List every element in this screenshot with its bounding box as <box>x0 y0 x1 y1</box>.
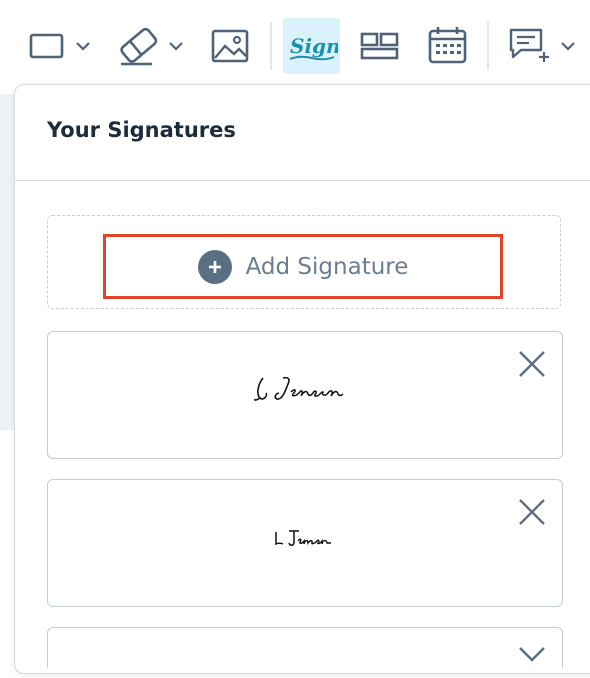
document-background <box>0 94 14 430</box>
layout-icon <box>360 32 399 60</box>
calendar-icon <box>428 27 467 64</box>
image-tool[interactable] <box>210 22 250 70</box>
panel-title: Your Signatures <box>47 118 236 142</box>
chevron-down-icon[interactable] <box>518 644 546 668</box>
svg-text:Sign: Sign <box>290 34 338 58</box>
add-signature-label: Add Signature <box>245 253 409 280</box>
toolbar-separator <box>270 22 272 70</box>
rectangle-tool[interactable] <box>28 22 94 70</box>
comment-add-icon <box>509 28 575 62</box>
date-tool[interactable] <box>428 22 468 70</box>
close-icon[interactable] <box>518 498 546 530</box>
signature-card[interactable] <box>47 479 563 607</box>
plus-icon <box>197 249 232 284</box>
image-icon <box>211 29 249 63</box>
add-signature-button[interactable]: Add Signature <box>103 234 503 299</box>
rectangle-icon <box>29 33 90 59</box>
sign-tool[interactable]: Sign <box>283 18 340 74</box>
signature-image <box>48 374 562 404</box>
signature-card[interactable] <box>47 627 563 668</box>
signature-drawing-1 <box>254 376 344 401</box>
chevron-down-icon <box>561 42 575 51</box>
comment-tool[interactable] <box>507 22 579 70</box>
signature-drawing-2 <box>275 530 331 546</box>
eraser-tool[interactable] <box>116 22 188 70</box>
toolbar-separator <box>487 22 489 70</box>
chevron-down-icon <box>76 42 90 51</box>
toolbar: Sign <box>0 0 590 84</box>
layout-tool[interactable] <box>360 22 400 70</box>
signature-card[interactable] <box>47 331 563 459</box>
sign-icon: Sign <box>289 34 338 61</box>
eraser-icon <box>120 27 183 66</box>
signatures-panel: Your Signatures Add Signature <box>14 84 590 674</box>
signature-image <box>48 528 562 550</box>
panel-divider <box>15 180 590 181</box>
